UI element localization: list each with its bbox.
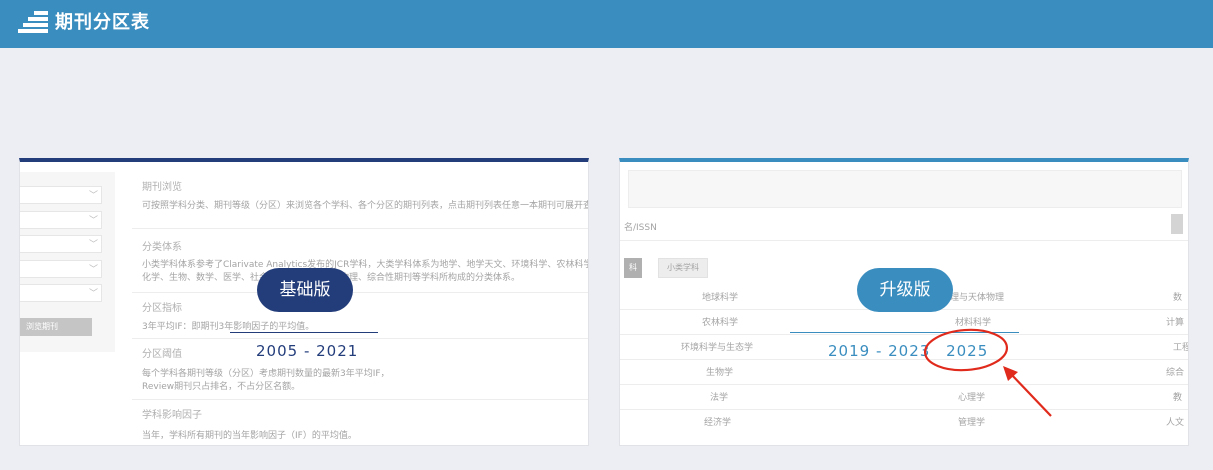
category-tag: 科	[624, 258, 642, 278]
subject-item: 数	[1173, 293, 1183, 303]
filter-select: ﹀	[20, 211, 102, 229]
divider	[620, 240, 1188, 241]
search-button	[1171, 214, 1183, 234]
filter-select: ﹀	[20, 235, 102, 253]
section-heading: 分区指标	[142, 303, 182, 314]
section-heading: 分区阈值	[142, 349, 182, 360]
subject-item: 理与天体物理	[950, 293, 1005, 303]
filter-select: ﹀	[20, 186, 102, 204]
filter-select: ﹀	[20, 260, 102, 278]
divider	[620, 409, 1188, 410]
subject-item: 综合	[1166, 368, 1185, 378]
basic-version-card[interactable]: ﹀ ﹀ ﹀ ﹀ ﹀ 浏览期刊 期刊浏览 可按照学科分类、期刊等级（分区）来浏览各…	[19, 158, 589, 446]
section-heading: 学科影响因子	[142, 410, 202, 421]
section-heading: 分类体系	[142, 242, 182, 253]
subject-item: 计算	[1166, 318, 1185, 328]
divider	[132, 399, 588, 400]
subject-item: 教	[1173, 393, 1183, 403]
subject-item: 地球科学	[702, 293, 739, 303]
category-tag: 小类学科	[658, 258, 708, 278]
section-text: 小类学科体系参考了Clarivate Analytics发布的JCR学科，大类学…	[142, 260, 589, 270]
subject-item: 材料科学	[955, 318, 992, 328]
subject-item: 心理学	[958, 393, 986, 403]
divider	[132, 292, 588, 293]
divider	[132, 228, 588, 229]
section-text: Review期刊只占排名，不占分区名额。	[142, 382, 301, 392]
basic-year-range: 2005 - 2021	[256, 342, 359, 360]
subject-item: 环境科学与生态学	[681, 343, 754, 353]
subject-item: 人文	[1166, 418, 1185, 428]
filter-select: ﹀	[20, 284, 102, 302]
range-underline	[790, 332, 1019, 333]
divider	[620, 384, 1188, 385]
stacked-bars-logo-icon	[18, 11, 48, 35]
upgrade-year-range-extra: 2025	[946, 342, 989, 360]
subject-item: 管理学	[958, 418, 986, 428]
divider	[132, 338, 588, 339]
subject-item: 法学	[710, 393, 729, 403]
upgrade-version-button[interactable]: 升级版	[857, 268, 953, 312]
browse-journals-button: 浏览期刊	[20, 318, 92, 336]
upgrade-year-range-main: 2019 - 2023	[828, 342, 931, 360]
section-heading: 期刊浏览	[142, 182, 182, 193]
section-text: 当年，学科所有期刊的当年影响因子（IF）的平均值。	[142, 431, 357, 441]
subject-item: 工程	[1173, 343, 1188, 353]
upgrade-version-card[interactable]: 名/ISSN 科 小类学科 地球科学 理与天体物理 数 农林科学 材料科学 计算…	[619, 158, 1189, 446]
basic-version-button[interactable]: 基础版	[257, 268, 353, 312]
search-hint: 名/ISSN	[624, 223, 657, 233]
divider	[620, 334, 1188, 335]
top-header-bar: 期刊分区表	[0, 0, 1213, 48]
section-text: 可按照学科分类、期刊等级（分区）来浏览各个学科、各个分区的期刊列表，点击期刊列表…	[142, 201, 589, 211]
upgrade-year-range: 2019 - 2023 2025	[828, 342, 988, 360]
filter-side-panel: ﹀ ﹀ ﹀ ﹀ ﹀ 浏览期刊	[20, 172, 115, 352]
range-underline	[230, 332, 378, 333]
subject-item: 经济学	[704, 418, 732, 428]
subject-item: 农林科学	[702, 318, 739, 328]
subject-item: 生物学	[706, 368, 734, 378]
app-title: 期刊分区表	[55, 12, 150, 33]
section-text: 每个学科各期刊等级（分区）考虑期刊数量的最新3年平均IF，	[142, 369, 390, 379]
search-box	[628, 170, 1182, 208]
